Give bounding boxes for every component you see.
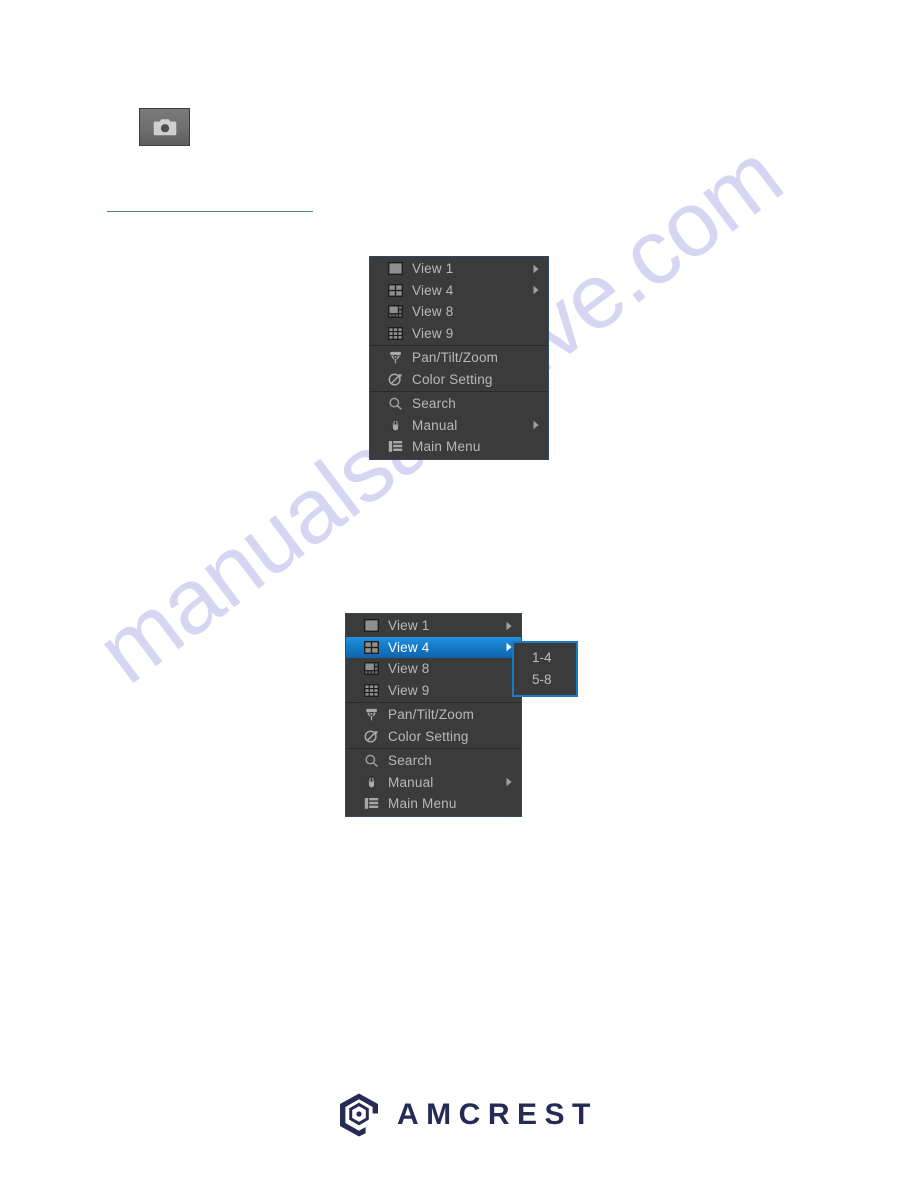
view-1-icon xyxy=(387,261,404,276)
search-icon xyxy=(363,753,380,768)
menu-group: Pan/Tilt/Zoom Color Setting xyxy=(370,345,548,391)
menu-item-label: View 9 xyxy=(412,325,454,341)
menu-item-label: View 4 xyxy=(412,282,454,298)
menu-group: Search Manual Main Menu xyxy=(346,748,521,816)
menu-item-label: Search xyxy=(412,396,456,411)
menu-item-view-9[interactable]: View 9 xyxy=(370,323,548,345)
submenu-arrow-icon xyxy=(503,620,515,632)
right-click-context-menu-with-submenu[interactable]: View 1 View 4 View 8 View 9 Pan/Tilt/Zoom Col… xyxy=(345,613,522,817)
menu-item-view-8[interactable]: View 8 xyxy=(346,658,521,680)
submenu-item-1-4[interactable]: 1-4 xyxy=(514,647,576,669)
menu-item-label: Search xyxy=(388,753,432,768)
menu-item-main-menu[interactable]: Main Menu xyxy=(346,793,521,815)
view-9-icon xyxy=(363,683,380,698)
menu-group: Pan/Tilt/Zoom Color Setting xyxy=(346,702,521,748)
menu-item-view-1[interactable]: View 1 xyxy=(370,258,548,280)
view-9-icon xyxy=(387,326,404,341)
menu-item-label: View 4 xyxy=(388,639,430,655)
submenu-item-5-8[interactable]: 5-8 xyxy=(514,669,576,691)
menu-item-color-setting[interactable]: Color Setting xyxy=(346,726,521,748)
menu-item-pan-tilt-zoom[interactable]: Pan/Tilt/Zoom xyxy=(346,704,521,726)
menu-item-manual[interactable]: Manual xyxy=(346,772,521,794)
menu-item-label: Main Menu xyxy=(412,439,481,454)
menu-group: View 1 View 4 View 8 View 9 xyxy=(370,257,548,345)
mouse-icon xyxy=(363,775,380,790)
menu-item-label: Manual xyxy=(388,774,434,790)
menu-item-label: Color Setting xyxy=(388,728,469,744)
ptz-camera-icon xyxy=(387,350,404,365)
view-8-icon xyxy=(387,304,404,319)
amcrest-hexagon-logo-icon xyxy=(337,1092,381,1138)
submenu-arrow-icon xyxy=(530,419,542,431)
menu-item-label: View 8 xyxy=(388,661,430,676)
search-icon xyxy=(387,396,404,411)
menu-item-manual[interactable]: Manual xyxy=(370,415,548,437)
menu-item-search[interactable]: Search xyxy=(346,750,521,772)
view-4-channel-submenu[interactable]: 1-4 5-8 xyxy=(512,641,578,697)
mouse-icon xyxy=(387,418,404,433)
color-setting-icon xyxy=(387,372,404,387)
menu-item-view-9[interactable]: View 9 xyxy=(346,680,521,702)
menu-item-pan-tilt-zoom[interactable]: Pan/Tilt/Zoom xyxy=(370,347,548,369)
right-click-context-menu[interactable]: View 1 View 4 View 8 View 9 Pan/Tilt/Zoom Col… xyxy=(369,256,549,460)
submenu-arrow-icon xyxy=(503,776,515,788)
main-menu-icon xyxy=(387,439,404,454)
submenu-arrow-icon xyxy=(530,263,542,275)
menu-item-label: Pan/Tilt/Zoom xyxy=(412,350,499,365)
menu-item-label: Manual xyxy=(412,417,458,433)
menu-item-view-4[interactable]: View 4 xyxy=(370,280,548,302)
view-4-icon xyxy=(387,283,404,298)
section-divider-rule xyxy=(107,211,313,212)
menu-item-label: View 1 xyxy=(388,618,430,633)
menu-item-label: View 1 xyxy=(412,261,454,276)
menu-group: Search Manual Main Menu xyxy=(370,391,548,459)
footer-brand-logo: AMCREST xyxy=(337,1092,598,1138)
ptz-camera-icon xyxy=(363,707,380,722)
brand-wordmark: AMCREST xyxy=(397,1098,598,1131)
submenu-arrow-icon xyxy=(530,284,542,296)
menu-item-label: View 8 xyxy=(412,304,454,319)
camera-icon xyxy=(153,118,177,137)
menu-item-search[interactable]: Search xyxy=(370,393,548,415)
menu-item-label: Color Setting xyxy=(412,371,493,387)
menu-item-color-setting[interactable]: Color Setting xyxy=(370,369,548,391)
snapshot-button[interactable] xyxy=(139,108,190,146)
menu-item-view-4[interactable]: View 4 xyxy=(346,636,521,658)
menu-item-label: Main Menu xyxy=(388,796,457,811)
main-menu-icon xyxy=(363,796,380,811)
menu-item-main-menu[interactable]: Main Menu xyxy=(370,436,548,458)
menu-item-label: Pan/Tilt/Zoom xyxy=(388,707,475,722)
color-setting-icon xyxy=(363,729,380,744)
menu-group: View 1 View 4 View 8 View 9 xyxy=(346,614,521,702)
view-1-icon xyxy=(363,618,380,633)
view-4-icon xyxy=(363,640,380,655)
menu-item-view-1[interactable]: View 1 xyxy=(346,615,521,637)
view-8-icon xyxy=(363,661,380,676)
menu-item-view-8[interactable]: View 8 xyxy=(370,301,548,323)
menu-item-label: View 9 xyxy=(388,682,430,698)
